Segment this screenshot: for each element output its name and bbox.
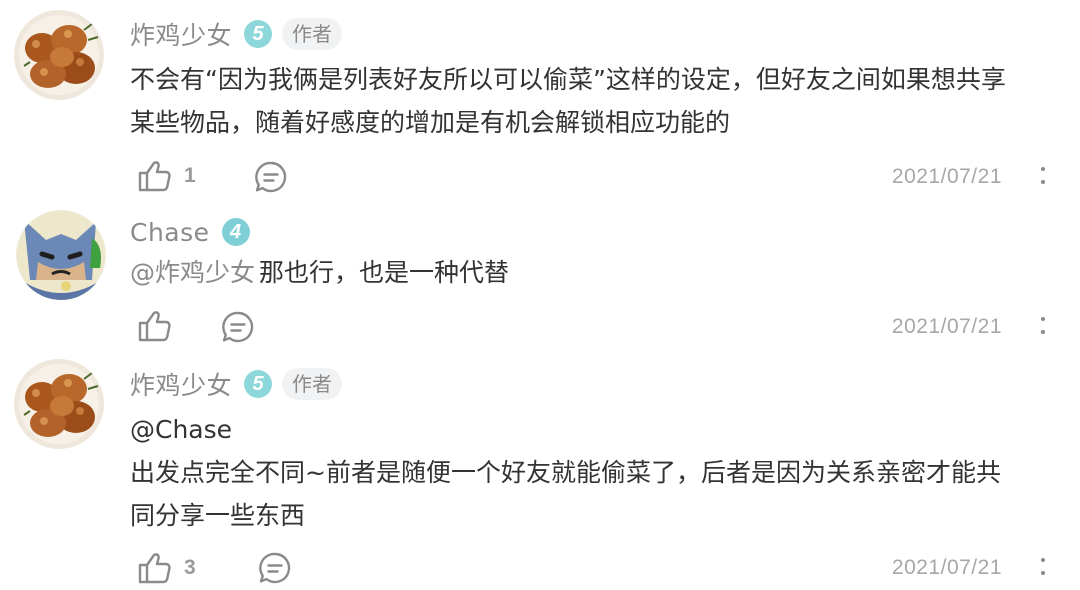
username[interactable]: 炸鸡少女: [130, 16, 232, 52]
avatar[interactable]: [14, 359, 104, 449]
comment-text: 那也行，也是一种代替: [259, 258, 510, 287]
more-options-icon[interactable]: [1038, 557, 1048, 579]
thumbs-up-icon: [138, 311, 171, 342]
thumbs-up-icon: [138, 161, 171, 192]
reply-button[interactable]: [258, 551, 292, 585]
comment-bubble-icon: [222, 311, 254, 343]
more-options-icon[interactable]: [1038, 316, 1048, 338]
reply-button[interactable]: [221, 310, 255, 344]
comment-date: 2021/07/21: [891, 165, 1002, 188]
level-badge-icon: 5: [244, 20, 273, 48]
batman-cartoon-icon: [16, 210, 106, 300]
username[interactable]: Chase: [130, 218, 210, 247]
level-badge-icon: 5: [244, 370, 273, 398]
fried-chicken-icon: [14, 10, 104, 100]
reply-button[interactable]: [254, 160, 288, 194]
level-badge-icon: 4: [221, 218, 250, 246]
author-tag: 作者: [282, 368, 343, 400]
like-button[interactable]: 3: [138, 552, 196, 584]
comment-item: 炸鸡少女 5 作者 @Chase 出发点完全不同~前者是随便一个好友就能偷菜了，…: [0, 350, 1080, 590]
username[interactable]: 炸鸡少女: [130, 366, 232, 402]
comment-bubble-icon: [255, 161, 287, 193]
mention-link[interactable]: @Chase: [130, 413, 232, 447]
comment-date: 2021/07/21: [891, 556, 1002, 579]
comment-header: 炸鸡少女 5 作者: [130, 14, 343, 54]
comment-item: 炸鸡少女 5 作者 不会有“因为我俩是列表好友所以可以偷菜”这样的设定，但好友之…: [0, 0, 1080, 200]
fried-chicken-icon: [14, 359, 104, 449]
like-count: 3: [184, 556, 196, 579]
comment-item: Chase 4 @炸鸡少女 那也行，也是一种代替 2021/07/21: [0, 200, 1080, 350]
comment-text-line: 不会有“因为我俩是列表好友所以可以偷菜”这样的设定，但好友之间如果想共享: [130, 65, 1006, 94]
mention-link[interactable]: @炸鸡少女: [130, 258, 255, 287]
comment-header: Chase 4: [130, 212, 250, 252]
avatar[interactable]: [14, 10, 104, 100]
comment-bubble-icon: [259, 552, 291, 584]
comment-text-line: 某些物品，随着好感度的增加是有机会解锁相应功能的: [130, 108, 731, 137]
comment-date: 2021/07/21: [891, 315, 1002, 338]
comment-text-line: 同分享一些东西: [130, 501, 306, 530]
like-button[interactable]: [138, 310, 184, 342]
like-button[interactable]: 1: [138, 160, 196, 192]
thumbs-up-icon: [138, 553, 171, 584]
comment-text-line: 出发点完全不同~前者是随便一个好友就能偷菜了，后者是因为关系亲密才能共: [130, 458, 1001, 487]
avatar[interactable]: [16, 210, 106, 300]
comment-header: 炸鸡少女 5 作者: [130, 364, 343, 404]
like-count: 1: [184, 164, 196, 187]
author-tag: 作者: [282, 18, 343, 50]
comment-text-line: @炸鸡少女 那也行，也是一种代替: [130, 256, 509, 290]
more-options-icon[interactable]: [1038, 166, 1048, 188]
